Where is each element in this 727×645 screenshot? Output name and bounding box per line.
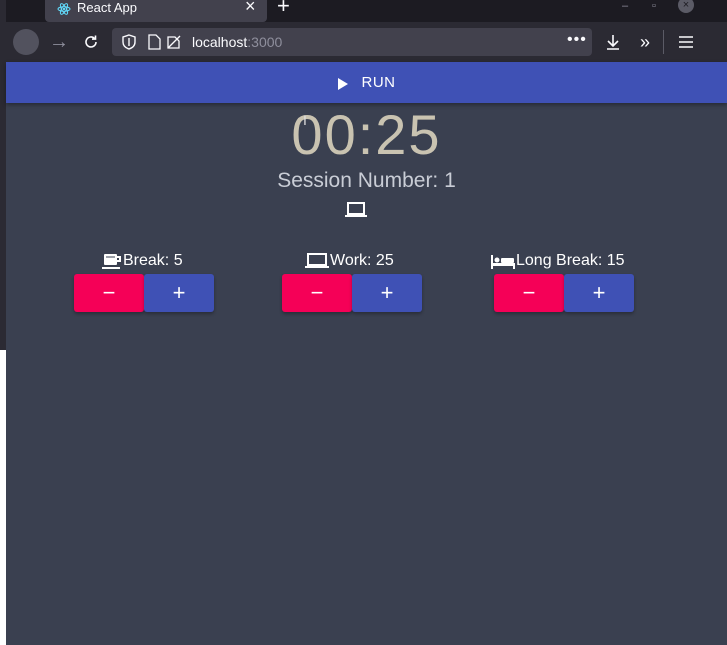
tab-strip: React App × + – ▫ × (6, 0, 727, 22)
break-decrement-button[interactable]: − (74, 274, 144, 312)
close-window-icon[interactable]: × (678, 0, 694, 13)
react-logo-icon (57, 3, 71, 15)
url-text[interactable]: localhost:3000 (192, 33, 282, 51)
permissions-icon[interactable] (166, 34, 182, 50)
reload-icon[interactable] (80, 22, 102, 62)
laptop-icon (305, 253, 329, 268)
long-break-increment-button[interactable]: + (564, 274, 634, 312)
page-actions-icon[interactable]: ••• (567, 31, 587, 49)
forward-icon[interactable]: → (48, 22, 70, 62)
break-label-text: Break: 5 (123, 252, 183, 269)
new-tab-icon[interactable]: + (277, 0, 290, 17)
coffee-icon (102, 254, 121, 269)
play-icon (337, 77, 348, 90)
break-label: Break: 5 (102, 250, 183, 272)
bed-icon (491, 255, 515, 269)
url-bar[interactable]: localhost:3000 ••• (112, 28, 592, 56)
session-number: Session Number: 1 (277, 169, 456, 192)
maximize-icon[interactable]: ▫ (652, 0, 656, 12)
minimize-icon[interactable]: – (622, 0, 628, 12)
long-break-label-text: Long Break: 15 (516, 252, 625, 269)
pomodoro-app: RUN 00:25 I Session Number: 1 Break: 5 −… (6, 62, 727, 645)
break-increment-button[interactable]: + (144, 274, 214, 312)
downloads-icon[interactable] (602, 22, 624, 62)
tab-close-icon[interactable]: × (245, 0, 256, 15)
url-port: :3000 (247, 34, 283, 50)
page-info-icon[interactable] (148, 34, 161, 50)
text-cursor-icon: I (303, 112, 307, 128)
tab-title: React App (77, 0, 137, 15)
work-decrement-button[interactable]: − (282, 274, 352, 312)
laptop-icon (345, 202, 367, 217)
work-increment-button[interactable]: + (352, 274, 422, 312)
long-break-decrement-button[interactable]: − (494, 274, 564, 312)
run-button[interactable]: RUN (6, 62, 727, 103)
work-label: Work: 25 (305, 250, 394, 272)
tracking-shield-icon[interactable] (122, 34, 136, 50)
timer-display: 00:25 (291, 103, 442, 166)
work-label-text: Work: 25 (330, 252, 394, 269)
browser-window: React App × + – ▫ × → localhost:3000 •••… (6, 0, 727, 645)
overflow-menu-icon[interactable]: » (634, 22, 656, 62)
hamburger-menu-icon[interactable] (674, 22, 698, 62)
tab-react-app[interactable]: React App × (45, 0, 267, 22)
run-label: RUN (361, 74, 396, 91)
url-host: localhost (192, 34, 248, 50)
back-icon (13, 29, 39, 55)
back-button[interactable] (12, 22, 40, 62)
nav-toolbar: → localhost:3000 ••• » (6, 22, 727, 62)
toolbar-separator (663, 30, 664, 54)
long-break-label: Long Break: 15 (491, 250, 625, 272)
